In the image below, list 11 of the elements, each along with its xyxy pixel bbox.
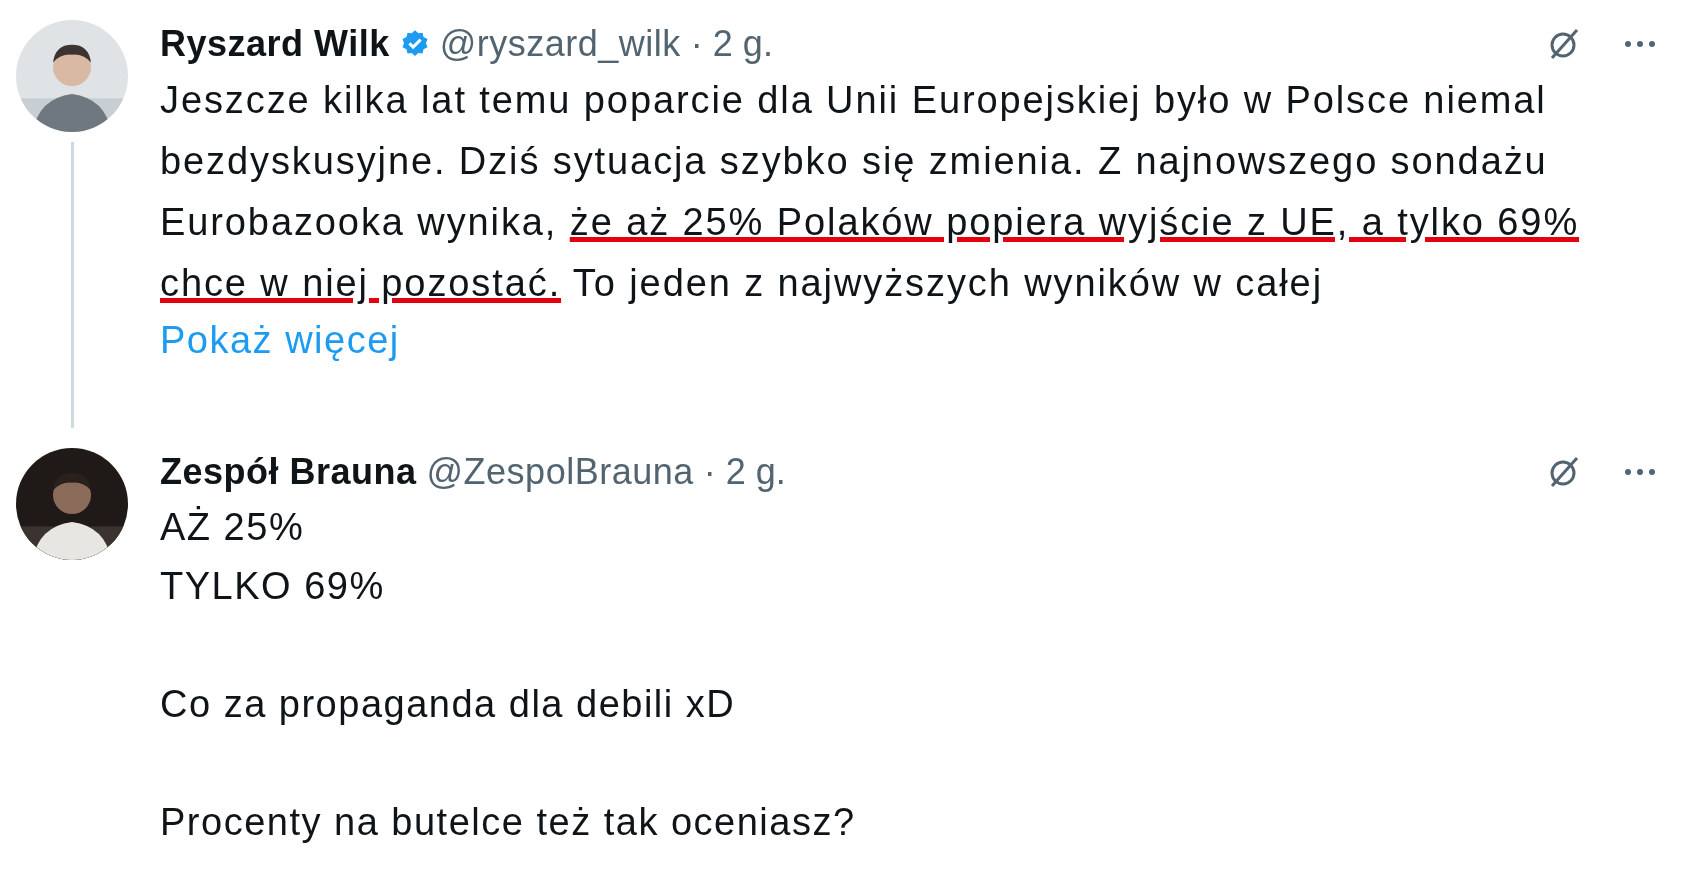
- author-name[interactable]: Zespół Brauna: [160, 451, 417, 493]
- author-name[interactable]: Ryszard Wilk: [160, 23, 390, 65]
- post-text-line: AŻ 25%: [160, 505, 306, 550]
- author-handle[interactable]: @ryszard_wilk: [439, 23, 681, 65]
- post-text-line: Co za propaganda dla debili xD: [160, 682, 737, 727]
- author-handle[interactable]: @ZespolBrauna: [426, 451, 694, 493]
- post-text-line: Procenty na butelce też tak oceniasz?: [160, 800, 857, 845]
- post-text: Jeszcze kilka lat temu poparcie dla Unii Europejskiej było w Polsce niemal bezdyskusyjne. Dziś sytuacja szybko się zmienia. Z najnowszego sondażu Eurobazooka wynika, że aż 25% Polaków popiera wyjście z UE, a tylko 69% chce w niej pozostać. To jeden z najwyższych wyników w całej: [160, 78, 1581, 306]
- post-time: · 2 g.: [703, 451, 786, 493]
- post-time: · 2 g.: [690, 23, 773, 65]
- post-text-line: TYLKO 69%: [160, 564, 386, 609]
